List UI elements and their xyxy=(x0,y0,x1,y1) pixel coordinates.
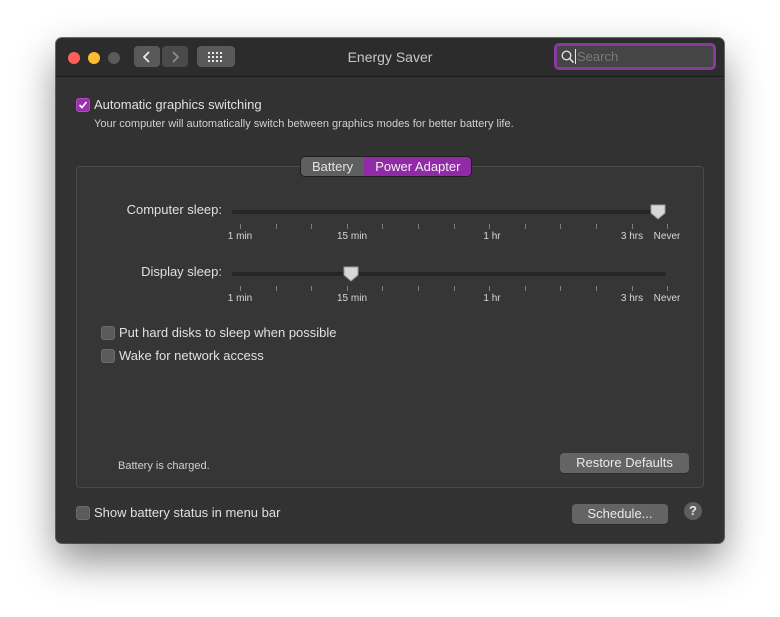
search-icon xyxy=(561,49,575,63)
slider-tick-mark xyxy=(560,224,562,229)
slider-tick-mark xyxy=(346,286,348,291)
slider-tick-mark xyxy=(524,224,526,229)
slider-tick-mark xyxy=(667,224,669,229)
slider-tick-mark xyxy=(418,224,419,229)
power-source-tabs: Battery Power Adapter xyxy=(301,157,472,176)
hard-disks-label[interactable]: Put hard disks to sleep when possible xyxy=(119,325,337,340)
graphics-switching-description: Your computer will automatically switch … xyxy=(94,118,514,130)
search-field[interactable] xyxy=(554,43,716,70)
slider-tick-mark xyxy=(275,224,277,229)
wake-network-checkbox[interactable] xyxy=(101,349,115,363)
slider-tick-mark xyxy=(667,286,669,291)
computer-sleep-track[interactable] xyxy=(232,210,666,214)
battery-status-text: Battery is charged. xyxy=(118,460,210,472)
computer-sleep-label: Computer sleep: xyxy=(126,202,222,217)
graphics-switching-checkbox[interactable] xyxy=(76,98,90,112)
slider-tick-mark xyxy=(524,286,526,291)
display-sleep-tick-never: Never xyxy=(653,293,681,304)
graphics-switching-label[interactable]: Automatic graphics switching xyxy=(94,97,262,112)
slider-tick-mark xyxy=(311,286,313,291)
display-sleep-track[interactable] xyxy=(232,272,666,276)
show-battery-label[interactable]: Show battery status in menu bar xyxy=(94,505,280,520)
slider-tick-mark xyxy=(382,286,384,291)
help-button[interactable]: ? xyxy=(684,502,702,520)
slider-tick-mark xyxy=(275,286,277,291)
slider-tick-mark xyxy=(453,224,455,229)
slider-tick-mark xyxy=(240,224,241,229)
wake-network-label[interactable]: Wake for network access xyxy=(119,348,264,363)
checkmark-icon xyxy=(78,101,88,109)
computer-sleep-tick-15min: 15 min xyxy=(336,231,368,242)
search-input[interactable] xyxy=(575,49,697,64)
slider-tick-mark xyxy=(560,286,562,291)
display-sleep-knob[interactable] xyxy=(343,266,359,282)
slider-tick-mark xyxy=(489,224,491,229)
slider-tick-mark xyxy=(596,224,597,229)
computer-sleep-tick-1hr: 1 hr xyxy=(483,231,501,242)
display-sleep-tick-1hr: 1 hr xyxy=(483,293,501,304)
computer-sleep-tick-3hrs: 3 hrs xyxy=(620,231,644,242)
slider-tick-mark xyxy=(418,286,419,291)
display-sleep-tick-3hrs: 3 hrs xyxy=(620,293,644,304)
computer-sleep-tick-never: Never xyxy=(653,231,681,242)
schedule-button[interactable]: Schedule... xyxy=(572,504,668,524)
hard-disks-checkbox[interactable] xyxy=(101,326,115,340)
tab-power-adapter[interactable]: Power Adapter xyxy=(364,157,472,176)
slider-tick-mark xyxy=(382,224,384,229)
tab-battery[interactable]: Battery xyxy=(301,157,365,176)
slider-tick-mark xyxy=(240,286,241,291)
display-sleep-label: Display sleep: xyxy=(141,264,222,279)
slider-tick-mark xyxy=(489,286,491,291)
slider-tick-mark xyxy=(631,286,633,291)
title-bar: Energy Saver xyxy=(56,38,724,77)
energy-saver-window: Energy Saver Automatic graphics switchin… xyxy=(56,38,724,543)
computer-sleep-tick-1min: 1 min xyxy=(227,231,253,242)
slider-tick-mark xyxy=(631,224,633,229)
slider-tick-mark xyxy=(346,224,348,229)
slider-tick-mark xyxy=(311,224,313,229)
show-battery-checkbox[interactable] xyxy=(76,506,90,520)
slider-tick-mark xyxy=(596,286,597,291)
display-sleep-tick-1min: 1 min xyxy=(227,293,253,304)
display-sleep-tick-15min: 15 min xyxy=(336,293,368,304)
slider-tick-mark xyxy=(453,286,455,291)
computer-sleep-knob[interactable] xyxy=(650,204,666,220)
restore-defaults-button[interactable]: Restore Defaults xyxy=(560,453,689,473)
